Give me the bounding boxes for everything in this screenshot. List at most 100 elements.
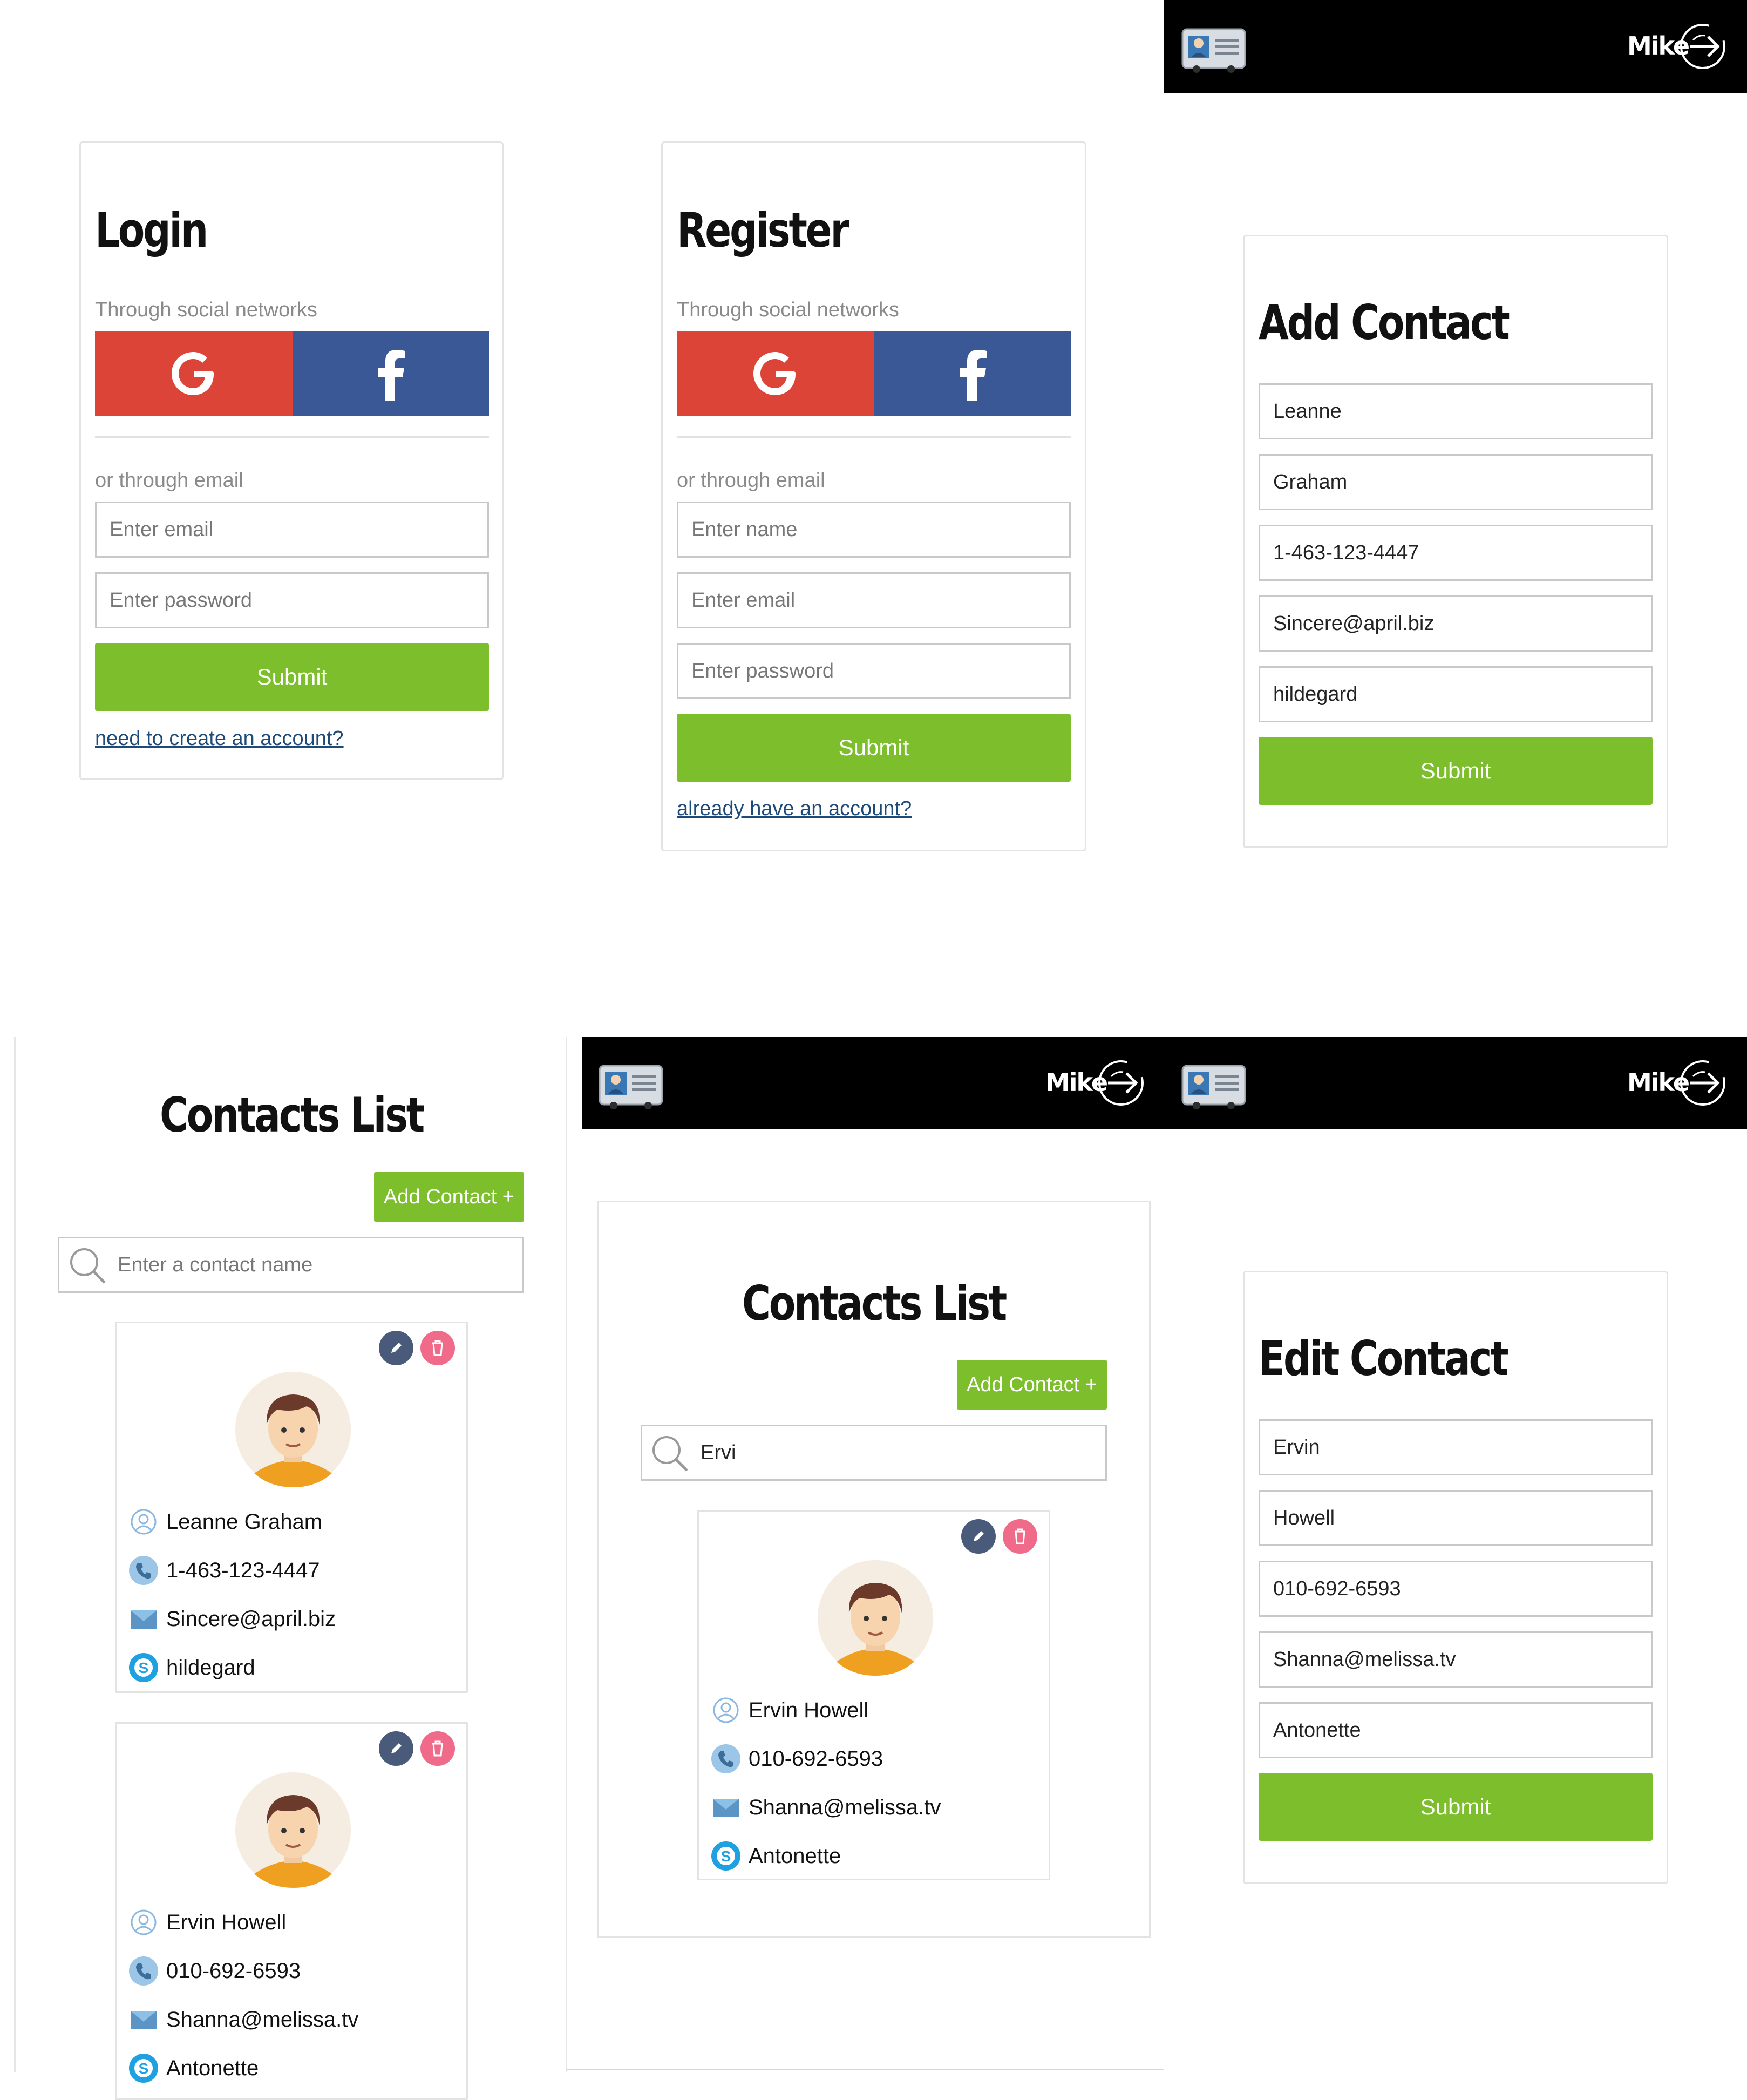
panel-border [14, 1037, 16, 2072]
social-label: Through social networks [677, 299, 899, 321]
skype-icon: S [711, 1841, 741, 1871]
delete-button[interactable] [420, 1731, 455, 1766]
add-contact-button[interactable]: Add Contact + [374, 1172, 524, 1222]
user-icon [711, 1695, 741, 1725]
contact-name: Ervin Howell [166, 1910, 287, 1934]
edit-icon [974, 1531, 984, 1541]
create-account-link[interactable]: need to create an account? [95, 727, 344, 750]
contact-card: Ervin Howell 010-692-6593 Shanna@melissa… [697, 1510, 1050, 1880]
submit-button[interactable]: Submit [1259, 737, 1653, 805]
email-input[interactable]: Enter email [95, 502, 489, 558]
contact-name: Leanne Graham [166, 1509, 323, 1534]
contact-phone: 010-692-6593 [166, 1959, 301, 1983]
avatar [818, 1560, 933, 1678]
page-title: Contacts List [160, 1087, 425, 1143]
skype-input[interactable]: Antonette [1259, 1702, 1653, 1758]
user-icon [128, 1507, 159, 1537]
logout-icon[interactable] [1678, 22, 1728, 74]
edit-button[interactable] [379, 1331, 413, 1365]
skype-icon: S [128, 2053, 159, 2083]
google-button[interactable] [95, 331, 293, 416]
contact-skype: Antonette [749, 1844, 841, 1868]
password-input[interactable]: Enter password [677, 643, 1071, 699]
social-label: Through social networks [95, 299, 317, 321]
contact-email: Sincere@april.biz [166, 1607, 336, 1631]
trash-icon [432, 1340, 443, 1356]
contact-name-row: Ervin Howell [711, 1695, 868, 1725]
edit-icon [391, 1743, 402, 1753]
phone-input[interactable]: 1-463-123-4447 [1259, 525, 1653, 581]
google-icon [172, 352, 214, 395]
contact-skype: Antonette [166, 2056, 259, 2080]
trash-icon [432, 1740, 443, 1757]
google-icon [753, 352, 796, 395]
svg-text:S: S [139, 1659, 149, 1676]
email-input[interactable]: Shanna@melissa.tv [1259, 1631, 1653, 1688]
facebook-button[interactable] [293, 331, 489, 416]
mail-icon [128, 2004, 159, 2035]
contact-card: Leanne Graham 1-463-123-4447 Sincere@apr… [115, 1322, 468, 1693]
google-button[interactable] [677, 331, 874, 416]
contact-email: Shanna@melissa.tv [749, 1795, 941, 1819]
add-contact-card: Add Contact Leanne Graham 1-463-123-4447… [1243, 235, 1668, 848]
contact-email: Shanna@melissa.tv [166, 2007, 359, 2031]
search-input[interactable]: Enter a contact name [58, 1237, 524, 1293]
add-contact-button[interactable]: Add Contact + [957, 1360, 1107, 1410]
top-bar: Mike [1164, 0, 1747, 93]
contact-phone-row: 010-692-6593 [711, 1744, 883, 1774]
delete-button[interactable] [1003, 1519, 1037, 1554]
contact-skype-row: S Antonette [711, 1841, 841, 1871]
register-card: Register Through social networks or thro… [661, 141, 1086, 851]
submit-button[interactable]: Submit [95, 643, 489, 711]
submit-button[interactable]: Submit [1259, 1773, 1653, 1841]
contact-email-row: Shanna@melissa.tv [711, 1792, 941, 1823]
avatar [235, 1772, 351, 1891]
contacts-panel: Contacts List Add Contact + Ervi Ervin H… [597, 1201, 1151, 1938]
phone-input[interactable]: 010-692-6593 [1259, 1561, 1653, 1617]
page-title: Contacts List [742, 1276, 1007, 1331]
facebook-icon [960, 350, 987, 401]
name-input[interactable]: Enter name [677, 502, 1071, 558]
password-input[interactable]: Enter password [95, 572, 489, 628]
facebook-button[interactable] [874, 331, 1071, 416]
contact-name-row: Ervin Howell [128, 1907, 286, 1938]
edit-button[interactable] [961, 1519, 996, 1554]
logout-icon[interactable] [1096, 1058, 1146, 1110]
contact-phone: 1-463-123-4447 [166, 1558, 320, 1582]
login-link[interactable]: already have an account? [677, 797, 912, 821]
edit-button[interactable] [379, 1731, 413, 1766]
email-label: or through email [677, 469, 825, 492]
search-icon [67, 1245, 108, 1289]
edit-icon [391, 1343, 402, 1353]
contact-card-icon[interactable] [1181, 1062, 1246, 1113]
svg-text:S: S [721, 1848, 731, 1865]
submit-button[interactable]: Submit [677, 714, 1071, 782]
email-input[interactable]: Enter email [677, 572, 1071, 628]
divider [566, 2069, 1164, 2070]
edit-contact-card: Edit Contact Ervin Howell 010-692-6593 S… [1243, 1271, 1668, 1884]
page-title: Add Contact [1259, 295, 1510, 350]
contact-skype: hildegard [166, 1655, 255, 1679]
contact-card-icon[interactable] [1181, 26, 1246, 76]
first-name-input[interactable]: Leanne [1259, 383, 1653, 439]
email-label: or through email [95, 469, 243, 492]
logout-icon[interactable] [1678, 1058, 1728, 1110]
delete-button[interactable] [420, 1331, 455, 1365]
search-input[interactable]: Ervi [641, 1425, 1107, 1481]
last-name-input[interactable]: Howell [1259, 1490, 1653, 1546]
last-name-input[interactable]: Graham [1259, 454, 1653, 510]
panel-border [566, 1037, 567, 2072]
login-card: Login Through social networks or through… [79, 141, 504, 780]
phone-icon [128, 1956, 159, 1986]
email-input[interactable]: Sincere@april.biz [1259, 595, 1653, 652]
first-name-input[interactable]: Ervin [1259, 1419, 1653, 1475]
phone-icon [128, 1555, 159, 1586]
contact-phone-row: 010-692-6593 [128, 1956, 301, 1986]
contact-skype-row: S Antonette [128, 2053, 259, 2083]
contact-phone: 010-692-6593 [749, 1746, 883, 1771]
page-title: Login [95, 202, 208, 258]
contact-card-icon[interactable] [599, 1062, 663, 1113]
divider [677, 436, 1071, 438]
skype-input[interactable]: hildegard [1259, 666, 1653, 722]
contact-email-row: Shanna@melissa.tv [128, 2004, 358, 2035]
